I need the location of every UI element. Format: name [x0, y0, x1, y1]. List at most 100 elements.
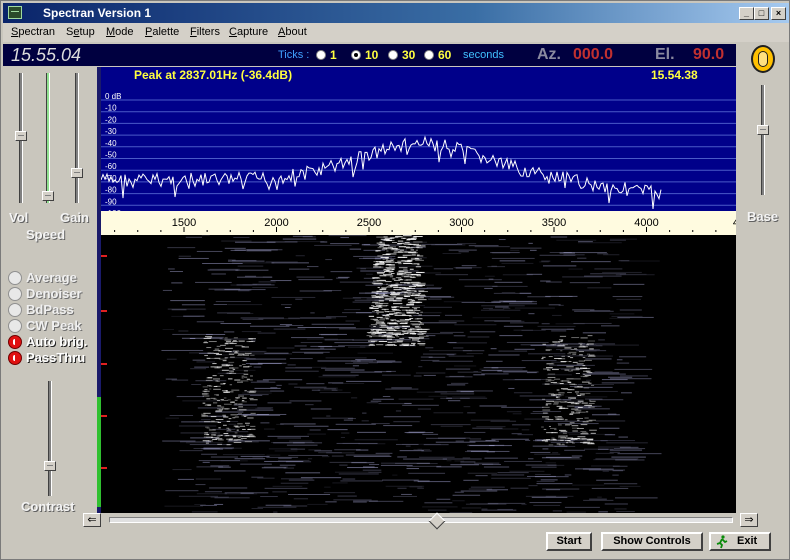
waterfall-streak	[353, 255, 396, 257]
gain-slider-track[interactable]	[75, 73, 79, 203]
waterfall-side-signal	[233, 337, 238, 339]
waterfall-streak	[337, 495, 357, 497]
waterfall-signal-band	[412, 324, 421, 326]
ticks-radio-60[interactable]	[424, 50, 434, 60]
waterfall-streak	[609, 238, 638, 240]
waterfall-signal-band	[414, 326, 420, 328]
cw-peak-toggle[interactable]	[8, 319, 22, 333]
auto-brightness-toggle[interactable]	[8, 335, 22, 349]
waterfall-side-signal	[220, 399, 224, 401]
waterfall-streak	[546, 281, 562, 283]
waterfall-streak	[260, 422, 270, 424]
scroll-left-arrow-icon[interactable]: ⇐	[83, 513, 101, 527]
waterfall-side-signal	[571, 369, 580, 371]
waterfall-streak	[446, 397, 453, 399]
waterfall-side-signal	[223, 416, 229, 418]
waterfall-side-signal	[579, 344, 583, 346]
base-slider-thumb[interactable]	[757, 125, 769, 135]
horizontal-scroll-track[interactable]	[109, 517, 733, 523]
ticks-radio-30[interactable]	[388, 50, 398, 60]
speed-slider-track[interactable]	[46, 73, 50, 203]
waterfall-signal-band	[397, 240, 404, 242]
waterfall-side-signal	[224, 435, 228, 437]
bdpass-toggle[interactable]	[8, 303, 22, 317]
waterfall-display[interactable]	[101, 235, 736, 513]
waterfall-side-signal	[577, 406, 583, 408]
waterfall-signal-band	[397, 340, 403, 342]
waterfall-side-signal	[571, 337, 580, 339]
waterfall-streak	[338, 276, 350, 278]
waterfall-side-signal	[561, 355, 565, 357]
waterfall-streak	[528, 242, 533, 244]
contrast-slider-track[interactable]	[48, 381, 52, 496]
contrast-slider-thumb[interactable]	[44, 461, 56, 471]
waterfall-streak	[296, 276, 325, 278]
exit-button[interactable]: Exit	[709, 532, 771, 551]
passthru-toggle[interactable]	[8, 351, 22, 365]
waterfall-streak	[442, 458, 482, 460]
volume-slider-thumb[interactable]	[15, 131, 27, 141]
menu-filters[interactable]: Filters	[190, 26, 220, 38]
waterfall-side-signal	[571, 425, 579, 427]
minimize-button[interactable]: _	[739, 7, 754, 20]
speed-slider-thumb[interactable]	[42, 191, 54, 201]
waterfall-signal-band	[401, 343, 410, 345]
waterfall-streak	[176, 396, 205, 398]
waterfall-streak	[274, 450, 298, 452]
waterfall-streak	[584, 398, 603, 400]
waterfall-signal-band	[376, 313, 379, 315]
ticks-radio-1[interactable]	[316, 50, 326, 60]
exit-label: Exit	[737, 535, 758, 547]
waterfall-streak	[612, 465, 628, 467]
average-toggle[interactable]	[8, 271, 22, 285]
menu-palette[interactable]: Palette	[145, 26, 179, 38]
waterfall-streak	[314, 244, 352, 246]
waterfall-side-signal	[204, 432, 209, 434]
spectran-app-icon[interactable]	[8, 6, 22, 19]
waterfall-streak	[577, 383, 615, 385]
menu-capture[interactable]: Capture	[229, 26, 268, 38]
close-button[interactable]: ×	[771, 7, 786, 20]
gain-slider-thumb[interactable]	[71, 168, 83, 178]
menu-about[interactable]: About	[278, 26, 307, 38]
waterfall-streak	[463, 479, 479, 481]
waterfall-streak	[619, 356, 647, 358]
waterfall-signal-band	[377, 286, 380, 288]
base-slider-track[interactable]	[761, 85, 765, 195]
waterfall-side-signal	[211, 420, 215, 422]
waterfall-streak	[167, 247, 196, 249]
waterfall-streak	[237, 265, 264, 267]
show-controls-button[interactable]: Show Controls	[601, 532, 703, 551]
waterfall-signal-band	[404, 261, 411, 263]
waterfall-streak	[614, 368, 653, 370]
maximize-button[interactable]: □	[754, 7, 769, 20]
waterfall-signal-band	[371, 333, 376, 335]
waterfall-streak	[413, 480, 430, 482]
spectrum-plot[interactable]: 0 dB-10-20-30-40-50-60-70-80-90-100 Peak…	[101, 67, 736, 211]
waterfall-side-signal	[226, 430, 232, 432]
ticks-radio-10[interactable]	[351, 50, 361, 60]
scroll-right-arrow-icon[interactable]: ⇒	[740, 513, 758, 527]
waterfall-signal-band	[414, 297, 424, 299]
waterfall-streak	[430, 424, 471, 426]
menu-mode[interactable]: Mode	[106, 26, 134, 38]
waterfall-streak	[493, 300, 534, 302]
horizontal-scroll-thumb[interactable]	[428, 512, 446, 530]
waterfall-signal-band	[383, 269, 393, 271]
waterfall-streak	[534, 453, 561, 455]
waterfall-signal-band	[412, 283, 419, 285]
waterfall-side-signal	[213, 352, 220, 354]
denoiser-toggle[interactable]	[8, 287, 22, 301]
menu-spectran[interactable]: Spectran	[11, 26, 55, 38]
menu-setup[interactable]: Setup	[66, 26, 95, 38]
waterfall-streak	[506, 411, 522, 413]
start-button[interactable]: Start	[546, 532, 592, 551]
waterfall-signal-band	[411, 342, 416, 344]
waterfall-side-signal	[568, 370, 571, 372]
waterfall-side-signal	[221, 369, 229, 371]
waterfall-signal-band	[383, 291, 389, 293]
waterfall-streak	[360, 268, 367, 270]
waterfall-side-signal	[205, 379, 213, 381]
waterfall-streak	[581, 355, 613, 357]
waterfall-signal-band	[416, 255, 424, 257]
